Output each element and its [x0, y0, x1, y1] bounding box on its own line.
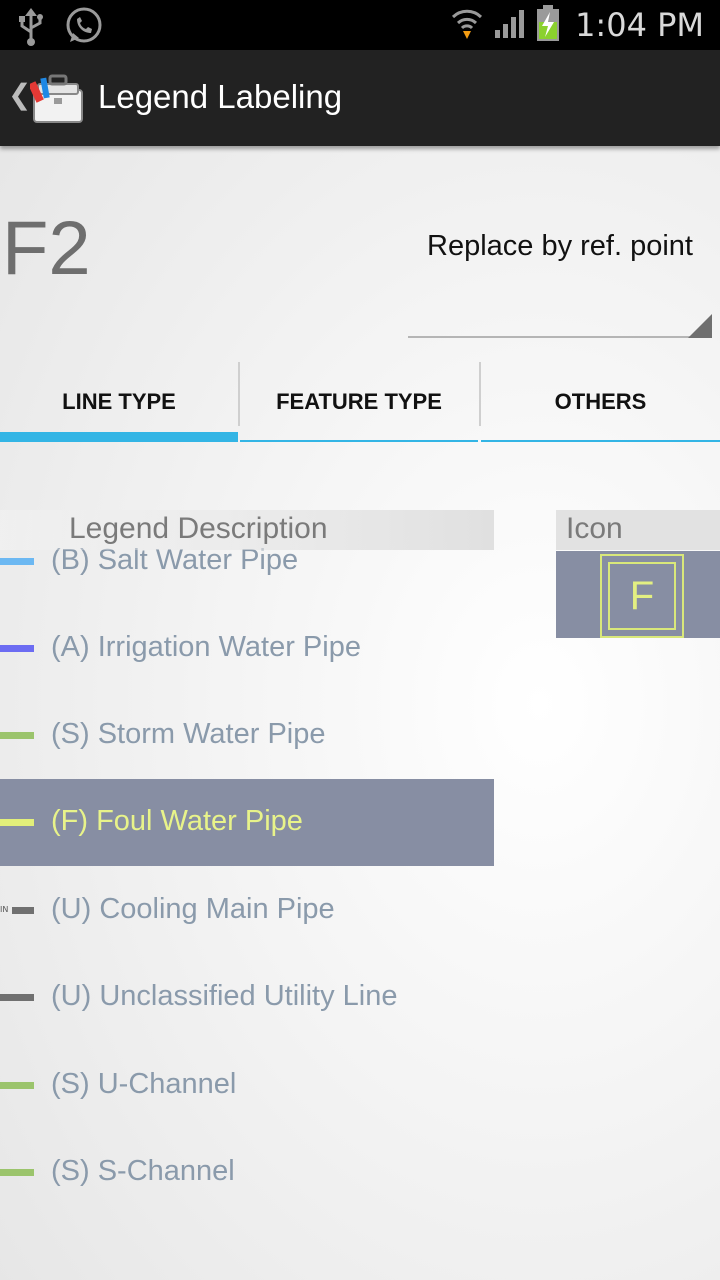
column-header-icon: Icon	[556, 510, 720, 550]
list-item[interactable]: (U) Unclassified Utility Line	[0, 954, 494, 1041]
battery-charging-icon	[535, 4, 561, 46]
column-header-label: Legend Description	[69, 512, 328, 545]
line-color-swatch	[0, 558, 34, 565]
tab-others[interactable]: OTHERS	[481, 362, 720, 442]
tab-underline	[481, 440, 720, 442]
line-color-swatch	[0, 994, 34, 1001]
spinner-underline	[408, 336, 712, 338]
replace-spinner-value: Replace by ref. point	[427, 230, 693, 262]
tab-bar: LINE TYPE FEATURE TYPE OTHERS	[0, 362, 720, 442]
line-color-swatch	[0, 1169, 34, 1176]
page-title: Legend Labeling	[98, 78, 343, 115]
tab-selected-indicator	[0, 432, 238, 442]
list-item-label: (U) Cooling Main Pipe	[51, 893, 335, 925]
line-color-swatch	[12, 907, 34, 914]
replace-by-spinner[interactable]: Replace by ref. point	[408, 222, 712, 340]
list-item-selected[interactable]: (F) Foul Water Pipe	[0, 779, 494, 866]
tab-line-type[interactable]: LINE TYPE	[0, 362, 238, 442]
line-color-swatch	[0, 732, 34, 739]
list-item[interactable]: IN (U) Cooling Main Pipe	[0, 867, 494, 954]
status-bar: 1:04 PM	[0, 0, 720, 50]
action-bar: ❮ Legend Labeling	[0, 50, 720, 146]
legend-symbol-icon: F	[600, 554, 684, 638]
list-item[interactable]: (S) U-Channel	[0, 1042, 494, 1129]
feature-code: F2	[2, 206, 91, 291]
list-item[interactable]: (S) Storm Water Pipe	[0, 692, 494, 779]
wifi-icon	[449, 5, 485, 45]
list-item[interactable]: (S) S-Channel	[0, 1129, 494, 1216]
status-time: 1:04 PM	[575, 6, 704, 44]
line-prefix-text: IN	[0, 905, 9, 914]
legend-icon-preview[interactable]: F	[556, 551, 720, 638]
list-item-label: (S) Storm Water Pipe	[51, 718, 326, 750]
spinner-dropdown-icon	[688, 314, 712, 338]
line-color-swatch	[0, 1082, 34, 1089]
back-chevron-icon[interactable]: ❮	[8, 78, 31, 111]
list-item-label: (S) U-Channel	[51, 1068, 237, 1100]
tab-feature-type[interactable]: FEATURE TYPE	[240, 362, 478, 442]
tab-underline	[240, 440, 478, 442]
list-item-label: (A) Irrigation Water Pipe	[51, 631, 361, 663]
column-header-description: Legend Description	[0, 510, 494, 550]
line-color-swatch	[0, 645, 34, 652]
list-item[interactable]: (A) Irrigation Water Pipe	[0, 605, 494, 692]
line-color-swatch	[0, 819, 34, 826]
list-item-label: (U) Unclassified Utility Line	[51, 980, 398, 1012]
signal-icon	[493, 6, 527, 44]
legend-symbol-letter: F	[608, 562, 676, 630]
usb-icon	[14, 6, 48, 50]
column-header-label: Icon	[566, 512, 623, 545]
list-item-label: (S) S-Channel	[51, 1155, 235, 1187]
toolbox-app-icon[interactable]	[28, 72, 86, 126]
whatsapp-icon	[64, 6, 104, 50]
list-item-label: (F) Foul Water Pipe	[51, 805, 303, 837]
